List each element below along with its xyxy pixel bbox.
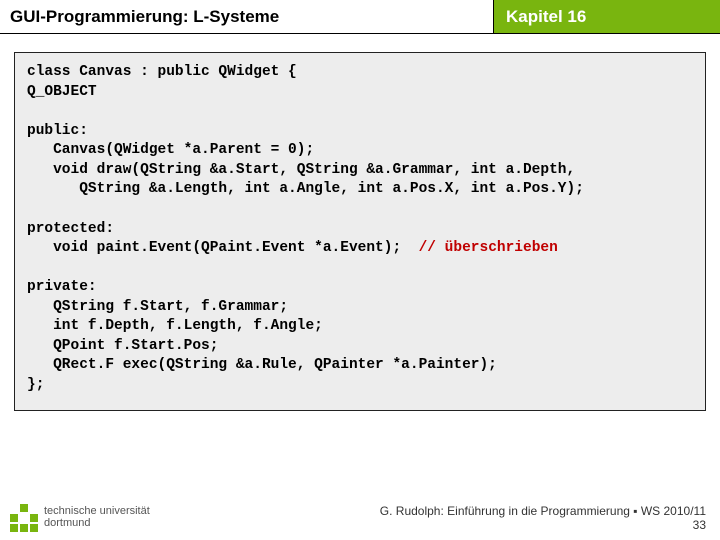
- code-line: int f.Depth, f.Length, f.Angle;: [27, 318, 323, 334]
- code-line: };: [27, 377, 44, 393]
- university-logo: technische universität dortmund: [10, 504, 150, 532]
- code-line: void draw(QString &a.Start, QString &a.G…: [27, 162, 575, 178]
- code-line: public:: [27, 123, 88, 139]
- code-line: Canvas(QWidget *a.Parent = 0);: [27, 142, 314, 158]
- code-line: Q_OBJECT: [27, 84, 97, 100]
- header-title-right: Kapitel 16: [494, 0, 720, 33]
- university-name: technische universität dortmund: [44, 506, 150, 529]
- slide-footer: technische universität dortmund G. Rudol…: [0, 504, 720, 534]
- credit-text: G. Rudolph: Einführung in die Programmie…: [380, 504, 706, 518]
- tu-logo-icon: [10, 504, 38, 532]
- uni-line2: dortmund: [44, 518, 150, 530]
- slide-header: GUI-Programmierung: L-Systeme Kapitel 16: [0, 0, 720, 34]
- code-line: QString f.Start, f.Grammar;: [27, 299, 288, 315]
- code-line: private:: [27, 279, 97, 295]
- code-line: class Canvas : public QWidget {: [27, 64, 297, 80]
- slide-credit: G. Rudolph: Einführung in die Programmie…: [380, 504, 706, 532]
- code-line: QPoint f.Start.Pos;: [27, 338, 218, 354]
- code-line: QString &a.Length, int a.Angle, int a.Po…: [27, 181, 584, 197]
- code-block: class Canvas : public QWidget { Q_OBJECT…: [14, 52, 706, 411]
- header-title-left: GUI-Programmierung: L-Systeme: [0, 0, 494, 33]
- code-line: QRect.F exec(QString &a.Rule, QPainter *…: [27, 357, 497, 373]
- code-line: void paint.Event(QPaint.Event *a.Event);: [27, 240, 419, 256]
- code-line: protected:: [27, 221, 114, 237]
- code-comment: // überschrieben: [419, 240, 558, 256]
- page-number: 33: [380, 518, 706, 532]
